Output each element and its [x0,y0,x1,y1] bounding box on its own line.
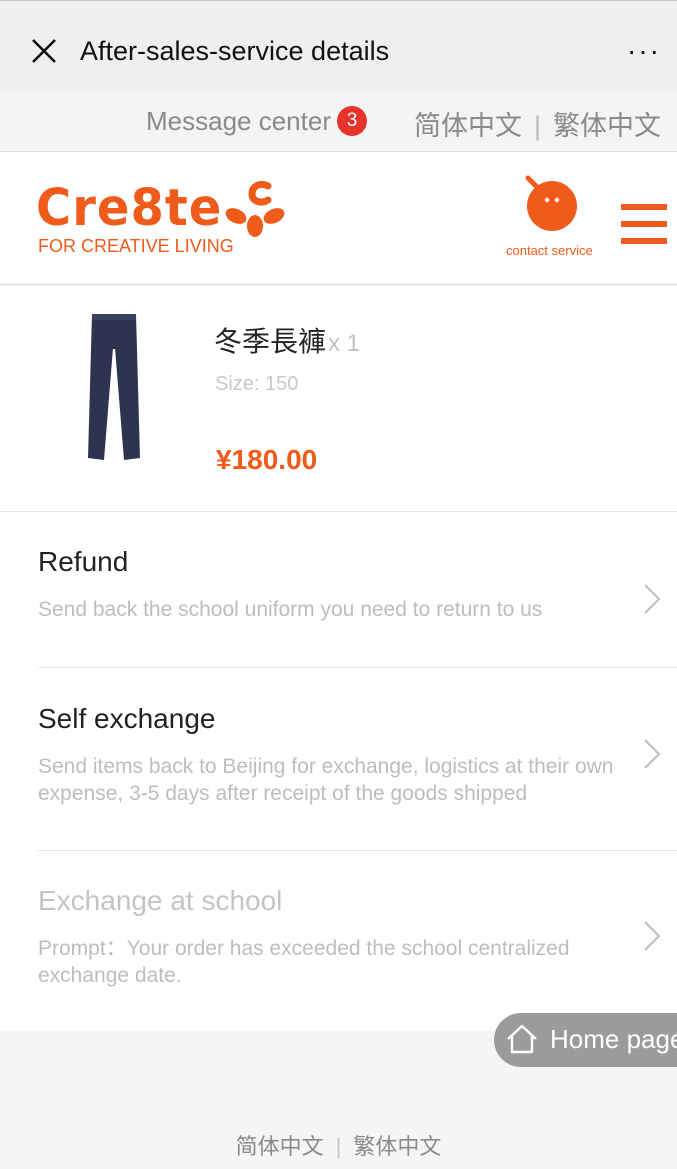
brand-tagline: FOR CREATIVE LIVING [38,236,234,256]
home-icon [507,1024,537,1054]
option-title: Exchange at school [38,885,283,916]
divider [38,667,677,668]
option-title: Refund [38,546,129,577]
lang-traditional-link[interactable]: 繁体中文 [353,1134,441,1159]
message-count-badge: 3 [337,106,367,136]
product-quantity: x 1 [328,330,361,357]
option-self-exchange[interactable]: Self exchange Send items back to Beijing… [38,703,677,849]
lang-separator: | [534,111,542,141]
home-page-button[interactable]: Home page [494,1013,677,1067]
product-name-text: 冬季長褲 [214,326,327,357]
chevron-right-icon [644,921,661,951]
product-price: ¥180.00 [216,444,318,475]
language-switcher-bottom: 简体中文 | 繁体中文 [0,1129,677,1161]
product-image-pants [88,314,140,460]
chevron-right-icon [644,739,661,769]
product-item: 冬季長褲x 1 Size: 150 ¥180.00 [0,286,677,512]
product-name: 冬季長褲x 1 [214,320,360,360]
title-bar: After-sales-service details ··· [0,0,677,92]
brand-logo-text[interactable]: Cre8te [36,179,222,238]
brand-logo-mark-icon [225,180,285,237]
window-title: After-sales-service details [80,36,390,66]
lang-simplified-link[interactable]: 简体中文 [236,1134,324,1159]
option-description: Prompt：Your order has exceeded the schoo… [38,937,570,987]
option-description: Send items back to Beijing for exchange,… [38,755,614,805]
option-refund[interactable]: Refund Send back the school uniform you … [38,546,677,666]
message-bar: Message center 3 简体中文 | 繁体中文 [0,92,677,152]
more-options-icon[interactable]: ··· [627,35,661,67]
lang-traditional-link[interactable]: 繁体中文 [553,111,661,141]
product-size: Size: 150 [215,373,299,395]
close-icon[interactable] [30,37,58,65]
option-title: Self exchange [38,703,216,734]
contact-service-label[interactable]: contact service [506,243,593,258]
hamburger-menu-icon[interactable] [621,204,667,244]
message-center-link[interactable]: Message center [146,106,331,137]
language-switcher-top: 简体中文 | 繁体中文 [414,104,661,143]
lang-separator: | [335,1134,342,1159]
contact-service-icon[interactable] [520,174,580,232]
option-description: Send back the school uniform you need to… [38,598,543,621]
chevron-right-icon [644,584,661,614]
lang-simplified-link[interactable]: 简体中文 [414,111,522,141]
home-page-label: Home page [550,1024,677,1054]
option-exchange-at-school: Exchange at school Prompt：Your order has… [38,885,677,1025]
divider [38,850,677,851]
brand-header: Cre8te FOR CREATIVE LIVING contact servi… [0,152,677,286]
